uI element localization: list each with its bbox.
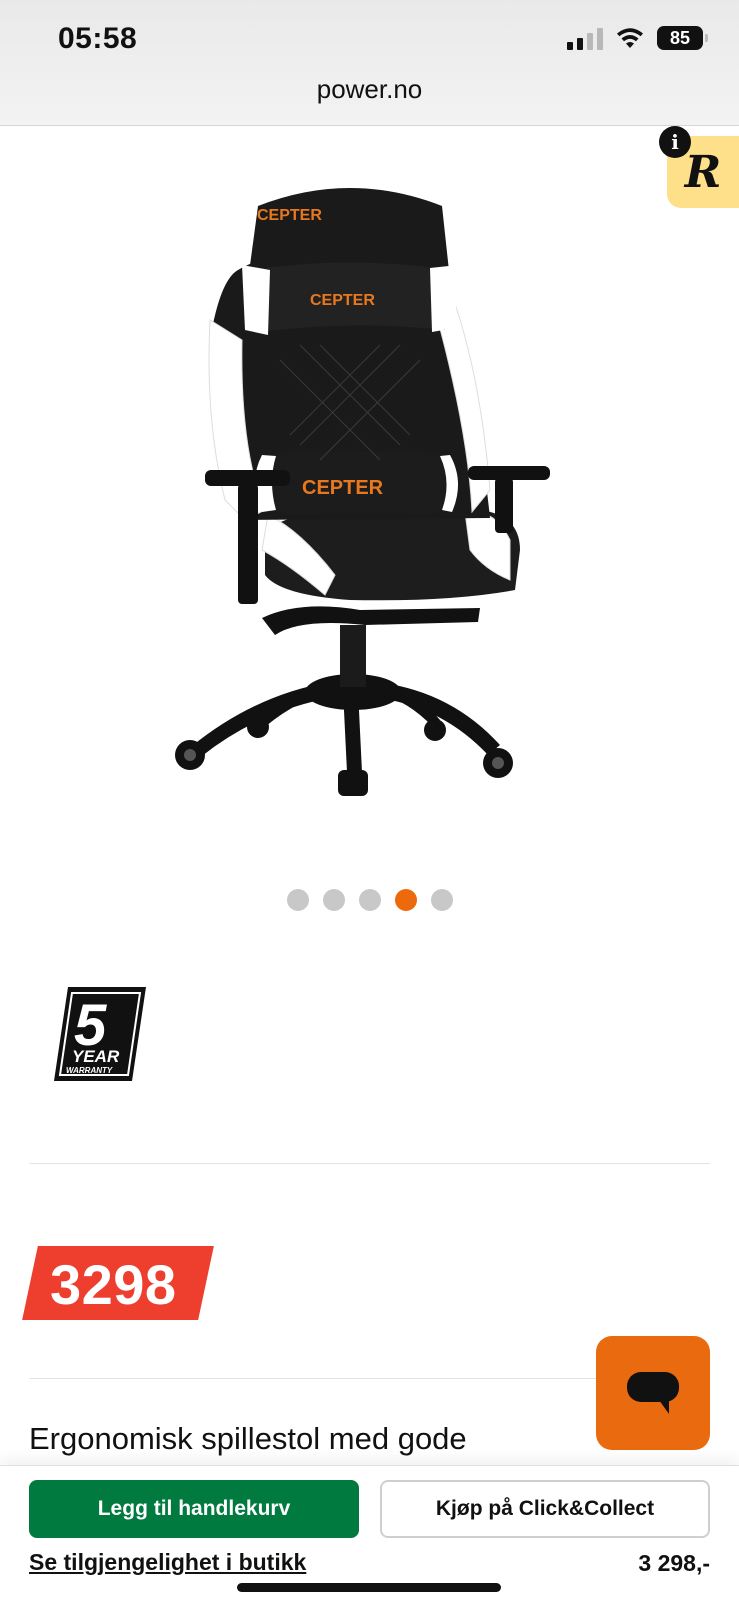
carousel-dot-3[interactable]: [358, 889, 381, 911]
wifi-icon: [617, 28, 643, 48]
home-indicator[interactable]: [237, 1583, 501, 1592]
chair-base: [175, 674, 513, 796]
click-and-collect-button[interactable]: Kjøp på Click&Collect: [380, 1480, 710, 1538]
cellular-signal-icon: [567, 26, 603, 50]
warranty-badge: 5 YEAR WARRANTY: [54, 987, 146, 1081]
info-icon[interactable]: i: [659, 126, 691, 158]
product-title: Ergonomisk spillestol med gode: [29, 1421, 467, 1456]
warranty-year: YEAR: [72, 1047, 120, 1066]
product-price: 3298: [50, 1253, 177, 1316]
store-availability-link[interactable]: Se tilgjengelighet i butikk: [29, 1549, 306, 1576]
carousel-dot-1[interactable]: [286, 889, 309, 911]
warranty-label: WARRANTY: [66, 1066, 113, 1075]
carousel-dot-4-active[interactable]: [394, 889, 417, 911]
right-armrest: [468, 466, 550, 480]
status-time: 05:58: [58, 22, 138, 55]
browser-top-bar: 05:58 85 power.no: [0, 0, 739, 126]
divider: [29, 1163, 710, 1164]
chat-bubble-icon: [627, 1372, 679, 1414]
image-carousel-dots: [0, 889, 739, 911]
add-to-cart-button[interactable]: Legg til handlekurv: [29, 1480, 359, 1538]
gas-lift: [340, 625, 366, 687]
gaming-chair-image[interactable]: CEPTER CEPTER CEPTER: [150, 170, 590, 830]
carousel-dot-5[interactable]: [430, 889, 453, 911]
left-armrest: [205, 470, 290, 486]
summary-price: 3 298,-: [638, 1550, 710, 1576]
svg-text:CEPTER: CEPTER: [310, 292, 375, 309]
brand-print: CEPTER: [257, 207, 322, 224]
chair-mechanism: [262, 606, 480, 635]
chat-button[interactable]: [596, 1336, 710, 1450]
svg-text:CEPTER: CEPTER: [302, 477, 384, 499]
bottom-action-bar: Legg til handlekurv Kjøp på Click&Collec…: [0, 1465, 739, 1600]
battery-icon: 85: [657, 26, 708, 50]
status-icons: 85: [567, 26, 708, 50]
address-bar-url[interactable]: power.no: [0, 74, 739, 105]
carousel-dot-2[interactable]: [322, 889, 345, 911]
